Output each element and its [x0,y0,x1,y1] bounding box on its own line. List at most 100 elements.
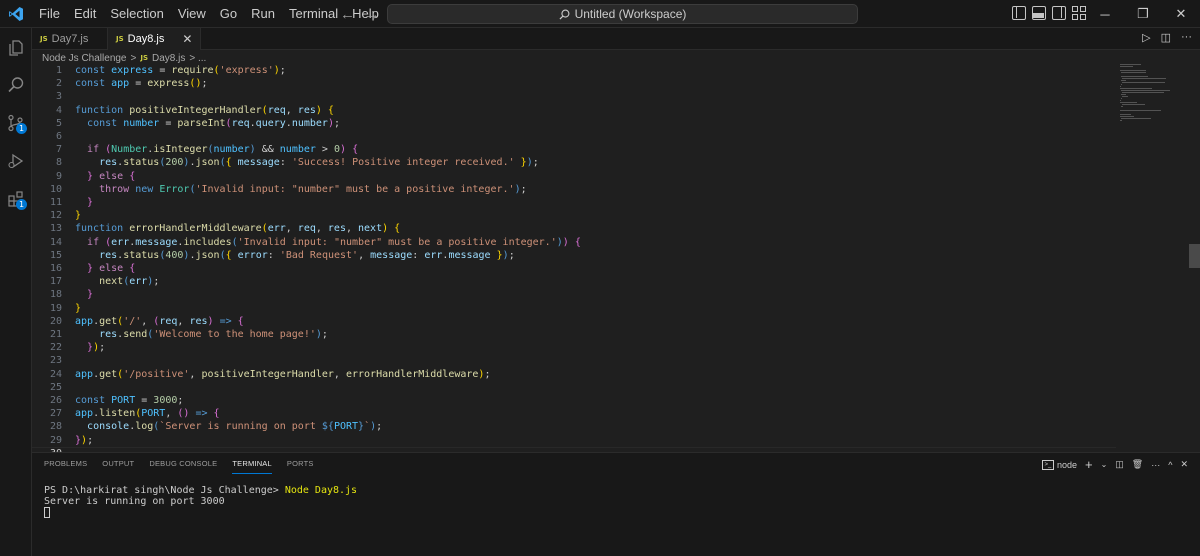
breadcrumb-symbols[interactable]: > ... [189,53,206,64]
menu-bar: File Edit Selection View Go Run Terminal… [32,0,386,28]
code-line[interactable]: 11 } [32,196,1116,209]
code-text: } else { [87,170,136,182]
code-line[interactable]: 25 [32,381,1116,394]
code-line[interactable]: 26 const PORT = 3000; [32,394,1116,407]
code-line[interactable]: 12} [32,209,1116,222]
layout-controls [1012,6,1086,20]
code-line[interactable]: 7 if (Number.isInteger(number) && number… [32,143,1116,156]
search-icon[interactable] [0,66,32,104]
menu-terminal[interactable]: Terminal [282,0,345,28]
close-tab-icon[interactable]: ✕ [182,32,192,46]
run-file-icon[interactable]: ▷ [1142,31,1150,44]
code-line[interactable]: 13 function errorHandlerMiddleware(err, r… [32,222,1116,235]
code-line[interactable]: 15 res.status(400).json({ error: 'Bad Re… [32,249,1116,262]
line-number: 28 [49,421,62,433]
code-line[interactable]: 21 res.send('Welcome to the home page!')… [32,328,1116,341]
tab-ports[interactable]: PORTS [287,459,314,474]
breadcrumb-folder[interactable]: Node Js Challenge [42,53,127,64]
minimap[interactable] [1116,64,1190,440]
split-editor-icon[interactable]: ◫ [1161,31,1171,44]
terminal-command: Node Day8.js [284,485,358,496]
code-line[interactable]: 23 [32,354,1116,367]
back-arrow-icon[interactable]: ← [340,6,355,23]
split-terminal-icon[interactable]: ◫ [1115,459,1124,470]
close-window-button[interactable]: ✕ [1162,0,1200,28]
code-line[interactable]: 28 console.log(`Server is running on por… [32,420,1116,433]
minimize-button[interactable]: ─ [1086,0,1124,28]
code-line[interactable]: 6 [32,130,1116,143]
run-debug-icon[interactable] [0,142,32,180]
menu-file[interactable]: File [32,0,67,28]
vertical-scrollbar[interactable] [1189,244,1200,268]
code-line[interactable]: 14 if (err.message.includes('Invalid inp… [32,236,1116,249]
tab-label: Day8.js [127,33,165,45]
terminal-output[interactable]: PS D:\harkirat singh\Node Js Challenge> … [44,485,357,519]
line-number: 26 [49,395,62,407]
code-line[interactable]: 3 [32,90,1116,103]
code-line[interactable]: 4 function positiveIntegerHandler(req, re… [32,104,1116,117]
panel-tabs: PROBLEMS OUTPUT DEBUG CONSOLE TERMINAL P… [44,459,314,474]
line-number: 23 [49,355,62,367]
more-actions-icon[interactable]: ··· [1181,31,1192,44]
new-terminal-icon[interactable]: + [1085,457,1093,472]
menu-run[interactable]: Run [244,0,282,28]
explorer-icon[interactable] [0,28,32,66]
code-line[interactable]: 1 const express = require('express'); [32,64,1116,77]
code-line[interactable]: 17 next(err); [32,275,1116,288]
menu-edit[interactable]: Edit [67,0,103,28]
bottom-panel: PROBLEMS OUTPUT DEBUG CONSOLE TERMINAL P… [32,452,1200,556]
toggle-primary-sidebar-icon[interactable] [1012,6,1026,20]
javascript-file-icon: JS [140,54,148,62]
tab-debug-console[interactable]: DEBUG CONSOLE [149,459,217,474]
close-panel-icon[interactable]: ✕ [1180,459,1188,470]
customize-layout-icon[interactable] [1072,6,1086,20]
code-text: function errorHandlerMiddleware(err, req… [75,223,401,235]
line-number: 29 [49,434,62,446]
code-line[interactable]: 5 const number = parseInt(req.query.numb… [32,117,1116,130]
code-line[interactable]: 27 app.listen(PORT, () => { [32,407,1116,420]
tab-day7[interactable]: JS Day7.js [32,28,108,50]
source-control-badge: 1 [16,123,27,134]
minimap-line [1122,96,1129,98]
code-line[interactable]: 29}); [32,434,1116,447]
forward-arrow-icon[interactable]: → [365,6,380,23]
menu-go[interactable]: Go [213,0,244,28]
terminal-server-message: Server is running on port 3000 [44,496,225,507]
code-line[interactable]: 18 } [32,288,1116,301]
code-line[interactable]: 24 app.get('/positive', positiveIntegerHa… [32,368,1116,381]
line-number: 15 [49,249,62,261]
toggle-secondary-sidebar-icon[interactable] [1052,6,1066,20]
code-line[interactable]: 8 res.status(200).json({ message: 'Succe… [32,156,1116,169]
code-text: } [75,210,82,222]
line-number: 5 [55,117,62,129]
code-editor[interactable]: 1 const express = require('express'); 2 con… [32,64,1116,460]
code-line[interactable]: 9 } else { [32,170,1116,183]
restore-button[interactable]: ❐ [1124,0,1162,28]
menu-view[interactable]: View [171,0,213,28]
toggle-panel-icon[interactable] [1032,6,1046,20]
code-line[interactable]: 19} [32,302,1116,315]
breadcrumb-file[interactable]: Day8.js [152,53,185,64]
extensions-icon[interactable]: 1 [0,180,32,218]
tab-problems[interactable]: PROBLEMS [44,459,87,474]
code-text: }); [75,434,94,446]
minimap-line [1120,66,1134,68]
maximize-panel-icon[interactable]: ^ [1168,460,1172,470]
more-actions-icon[interactable]: ··· [1151,460,1160,470]
minimap-line [1121,84,1122,86]
trash-icon[interactable]: 🗑 [1132,459,1143,470]
chevron-down-icon[interactable]: ⌄ [1101,460,1108,469]
command-center[interactable]: Untitled (Workspace) [387,4,858,24]
tab-terminal[interactable]: TERMINAL [232,459,272,474]
code-line[interactable]: 10 throw new Error('Invalid input: "numb… [32,183,1116,196]
tab-output[interactable]: OUTPUT [102,459,134,474]
code-line[interactable]: 2 const app = express(); [32,77,1116,90]
code-line[interactable]: 16 } else { [32,262,1116,275]
tab-day8[interactable]: JS Day8.js ✕ [108,28,202,50]
menu-selection[interactable]: Selection [103,0,170,28]
javascript-file-icon: JS [40,35,48,43]
code-line[interactable]: 20 app.get('/', (req, res) => { [32,315,1116,328]
source-control-icon[interactable]: 1 [0,104,32,142]
terminal-instance[interactable]: >_ node [1041,459,1077,470]
code-line[interactable]: 22 }); [32,341,1116,354]
